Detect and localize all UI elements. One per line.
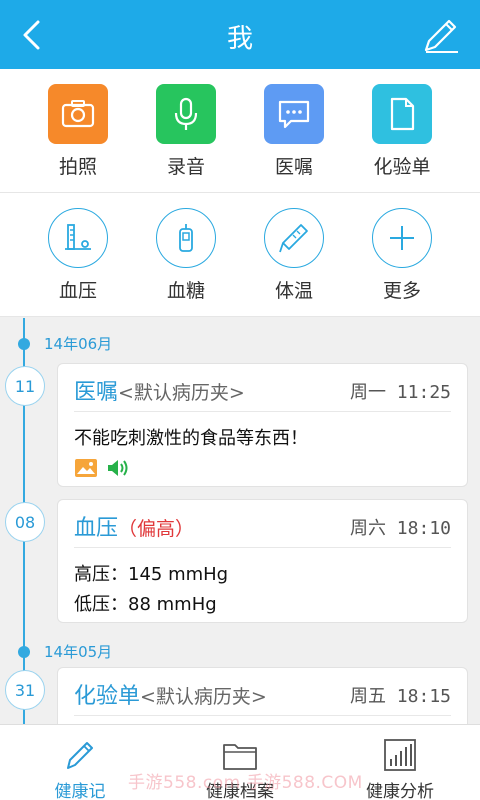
health-timeline: 14年06月 11 医嘱<默认病历夹> 周一 11:25 不能吃刺激性的食品等东… bbox=[0, 318, 480, 724]
thermometer-icon bbox=[264, 208, 324, 268]
blood-sugar-label: 血糖 bbox=[166, 280, 205, 302]
month-header: 14年06月 bbox=[18, 333, 112, 354]
audio-button[interactable]: 录音 bbox=[136, 84, 236, 179]
pencil-icon[interactable] bbox=[420, 16, 460, 56]
card-time: 周六 18:10 bbox=[349, 518, 451, 539]
month-label: 14年06月 bbox=[44, 335, 113, 353]
more-button[interactable]: 更多 bbox=[352, 208, 452, 303]
card-folder: <默认病历夹> bbox=[140, 686, 267, 708]
card-type: 医嘱<默认病历夹> bbox=[74, 374, 245, 406]
month-dot-icon bbox=[18, 337, 30, 350]
attachments bbox=[74, 458, 451, 478]
tab-label: 健康分析 bbox=[366, 782, 434, 800]
chat-bubble-icon bbox=[264, 84, 324, 144]
card-header: 化验单<默认病历夹> 周五 18:15 bbox=[74, 668, 451, 716]
tab-health-analysis[interactable]: 健康分析 bbox=[320, 725, 480, 800]
temperature-button[interactable]: 体温 bbox=[244, 208, 344, 303]
card-type: 血压（偏高） bbox=[74, 510, 194, 542]
microphone-icon bbox=[156, 84, 216, 144]
timeline-card-doctor-advice[interactable]: 医嘱<默认病历夹> 周一 11:25 不能吃刺激性的食品等东西！ bbox=[57, 363, 468, 487]
card-type-label: 化验单 bbox=[74, 684, 141, 709]
card-body: 高压：145 mmHg 低压：88 mmHg bbox=[58, 548, 467, 632]
blood-pressure-button[interactable]: 血压 bbox=[28, 208, 128, 303]
card-type-label: 血压 bbox=[74, 516, 119, 541]
blood-sugar-button[interactable]: 血糖 bbox=[136, 208, 236, 303]
tab-health-records[interactable]: 健康档案 bbox=[160, 725, 320, 800]
record-actions-row: 拍照 录音 医嘱 化验单 bbox=[0, 69, 480, 193]
glucose-meter-icon bbox=[156, 208, 216, 268]
month-label: 14年05月 bbox=[44, 643, 113, 661]
tab-health-notes[interactable]: 健康记 bbox=[0, 725, 160, 800]
photo-button[interactable]: 拍照 bbox=[28, 84, 128, 179]
card-folder: <默认病历夹> bbox=[118, 382, 245, 404]
card-header: 血压（偏高） 周六 18:10 bbox=[74, 500, 451, 548]
card-text: 低压：88 mmHg bbox=[74, 594, 217, 615]
card-type: 化验单<默认病历夹> bbox=[74, 678, 267, 710]
lab-report-label: 化验单 bbox=[373, 156, 431, 178]
bottom-tab-bar: 健康记 健康档案 健康分析 bbox=[0, 724, 480, 800]
temperature-label: 体温 bbox=[274, 280, 313, 302]
doctor-advice-button[interactable]: 医嘱 bbox=[244, 84, 344, 179]
card-text: 不能吃刺激性的食品等东西！ bbox=[74, 428, 308, 449]
card-text: 高压：145 mmHg bbox=[74, 564, 229, 585]
bar-chart-icon bbox=[384, 739, 416, 771]
camera-icon bbox=[48, 84, 108, 144]
card-time: 周一 11:25 bbox=[349, 382, 451, 403]
blood-pressure-icon bbox=[48, 208, 108, 268]
card-header: 医嘱<默认病历夹> 周一 11:25 bbox=[74, 364, 451, 412]
doctor-advice-label: 医嘱 bbox=[274, 156, 313, 178]
speaker-icon[interactable] bbox=[106, 458, 132, 478]
audio-label: 录音 bbox=[166, 156, 205, 178]
photo-label: 拍照 bbox=[58, 156, 97, 178]
timeline-card-blood-pressure[interactable]: 血压（偏高） 周六 18:10 高压：145 mmHg 低压：88 mmHg bbox=[57, 499, 468, 623]
tab-label: 健康记 bbox=[54, 782, 106, 800]
card-type-label: 医嘱 bbox=[74, 380, 119, 405]
card-flag: （偏高） bbox=[118, 518, 195, 540]
pencil-icon bbox=[67, 742, 93, 769]
month-dot-icon bbox=[18, 645, 30, 658]
day-badge: 11 bbox=[5, 366, 45, 406]
card-body: 不能吃刺激性的食品等东西！ bbox=[58, 412, 467, 490]
page-title: 我 bbox=[226, 24, 253, 54]
timeline-card-lab-report[interactable]: 化验单<默认病历夹> 周五 18:15 bbox=[57, 667, 468, 724]
measure-actions-row: 血压 血糖 体温 更多 bbox=[0, 193, 480, 317]
month-header: 14年05月 bbox=[18, 641, 112, 662]
folder-icon bbox=[223, 744, 257, 770]
day-badge: 08 bbox=[5, 502, 45, 542]
image-icon[interactable] bbox=[74, 458, 98, 478]
more-label: 更多 bbox=[382, 280, 421, 302]
tab-label: 健康档案 bbox=[206, 782, 274, 800]
document-icon bbox=[372, 84, 432, 144]
day-badge: 31 bbox=[5, 670, 45, 710]
lab-report-button[interactable]: 化验单 bbox=[352, 84, 452, 179]
blood-pressure-label: 血压 bbox=[58, 280, 97, 302]
card-time: 周五 18:15 bbox=[349, 686, 451, 707]
plus-icon bbox=[372, 208, 432, 268]
app-header: 我 bbox=[0, 0, 480, 69]
